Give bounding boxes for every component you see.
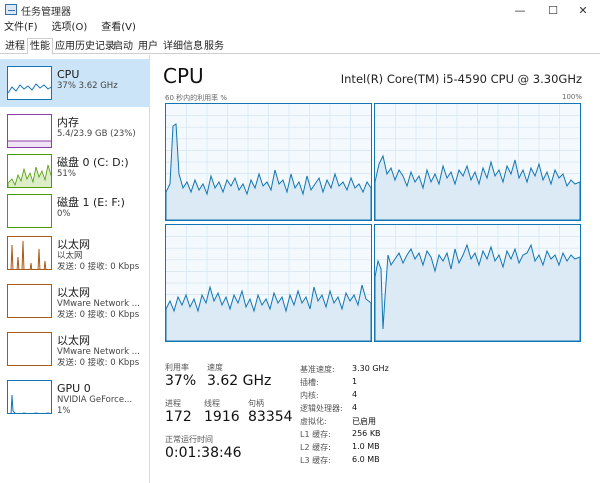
minimize-button[interactable]: — [503, 0, 537, 20]
disk-0-thumbnail-graph [7, 154, 52, 188]
spec-value-cores: 4 [352, 390, 358, 399]
sidebar-item-ethernet-1[interactable]: 以太网 以太网 发送: 0 接收: 0 Kbps [0, 229, 150, 277]
resource-sidebar: CPU 37% 3.62 GHz 内存 5.4/23.9 GB (23%) 磁盘… [0, 55, 150, 483]
sidebar-item-label: 内存 [57, 116, 79, 129]
sidebar-item-detail: 37% 3.62 GHz [57, 81, 118, 91]
sidebar-item-detail: 0% [57, 209, 71, 219]
graph-max-label: 100% [561, 93, 582, 101]
tab-startup[interactable]: 启动 [110, 38, 136, 54]
processes-label: 进程 [165, 399, 181, 408]
tab-performance[interactable]: 性能 [27, 38, 53, 55]
threads-label: 线程 [204, 399, 220, 408]
handles-value: 83354 [248, 409, 293, 425]
sidebar-item-label: 磁盘 1 (E: F:) [57, 196, 125, 209]
tab-details[interactable]: 详细信息 [160, 38, 206, 54]
uptime-value: 0:01:38:46 [165, 445, 242, 461]
sidebar-item-detail: 5.4/23.9 GB (23%) [57, 129, 136, 139]
spec-value-virtualization: 已启用 [352, 417, 376, 426]
sidebar-item-detail: VMware Network ... [57, 299, 140, 309]
sidebar-item-detail: 51% [57, 169, 76, 179]
handles-label: 句柄 [248, 399, 264, 408]
sidebar-item-ethernet-2[interactable]: 以太网 VMware Network ... 发送: 0 接收: 0 Kbps [0, 277, 150, 325]
menu-view[interactable]: 查看(V) [101, 20, 136, 36]
menu-options[interactable]: 选项(O) [52, 20, 88, 36]
spec-value-l1-cache: 256 KB [352, 429, 381, 438]
core-0-utilization-graph [165, 103, 372, 221]
tab-app-history[interactable]: 应用历史记录 [52, 38, 118, 54]
cpu-model-name: Intel(R) Core(TM) i5-4590 CPU @ 3.30GHz [340, 72, 582, 86]
spec-label-l3-cache: L3 缓存: [300, 456, 331, 465]
sidebar-item-label: 以太网 [57, 334, 90, 347]
sidebar-item-usage: 1% [57, 406, 71, 416]
sidebar-item-throughput: 发送: 0 接收: 0 Kbps [57, 310, 140, 320]
speed-label: 速度 [207, 363, 223, 372]
core-2-utilization-graph [165, 224, 372, 342]
tab-bar: 进程 性能 应用历史记录 启动 用户 详细信息 服务 [0, 37, 600, 55]
task-manager-icon [5, 4, 17, 15]
gpu-0-thumbnail-graph [7, 380, 52, 414]
core-1-utilization-graph [374, 103, 581, 221]
spec-label-sockets: 插槽: [300, 378, 319, 387]
spec-label-virtualization: 虚拟化: [300, 417, 327, 426]
spec-label-l1-cache: L1 缓存: [300, 430, 331, 439]
graph-caption: 60 秒内的利用率 % [165, 94, 228, 102]
spec-value-l3-cache: 6.0 MB [352, 455, 380, 464]
disk-1-thumbnail-graph [7, 194, 52, 228]
spec-value-base-speed: 3.30 GHz [352, 364, 389, 373]
sidebar-item-cpu[interactable]: CPU 37% 3.62 GHz [0, 59, 150, 107]
window-title: 任务管理器 [21, 7, 71, 18]
tab-users[interactable]: 用户 [135, 38, 161, 54]
spec-label-cores: 内核: [300, 391, 319, 400]
ethernet-3-thumbnail-graph [7, 332, 52, 366]
cpu-thumbnail-graph [7, 66, 52, 100]
spec-label-logical-processors: 逻辑处理器: [300, 404, 343, 413]
page-title: CPU [163, 64, 204, 88]
processes-value: 172 [165, 409, 192, 425]
ethernet-2-thumbnail-graph [7, 284, 52, 318]
sidebar-item-gpu-0[interactable]: GPU 0 NVIDIA GeForce... 1% [0, 373, 150, 421]
threads-value: 1916 [204, 409, 240, 425]
sidebar-item-throughput: 发送: 0 接收: 0 Kbps [57, 358, 140, 368]
core-3-utilization-graph [374, 224, 581, 342]
maximize-button[interactable]: ☐ [536, 0, 570, 20]
utilization-value: 37% [165, 373, 197, 389]
memory-thumbnail-graph [7, 114, 52, 148]
speed-value: 3.62 GHz [207, 373, 272, 389]
sidebar-item-label: GPU 0 [57, 382, 91, 395]
sidebar-item-ethernet-3[interactable]: 以太网 VMware Network ... 发送: 0 接收: 0 Kbps [0, 325, 150, 373]
sidebar-item-label: 磁盘 0 (C: D:) [57, 156, 129, 169]
sidebar-item-label: 以太网 [57, 238, 90, 251]
spec-value-logical-processors: 4 [352, 403, 358, 412]
sidebar-item-disk-1[interactable]: 磁盘 1 (E: F:) 0% [0, 187, 150, 235]
menu-bar: 文件(F) 选项(O) 查看(V) [0, 20, 136, 36]
utilization-label: 利用率 [165, 363, 189, 372]
tab-processes[interactable]: 进程 [2, 38, 28, 54]
uptime-label: 正常运行时间 [165, 435, 213, 444]
close-button[interactable]: ✕ [566, 0, 600, 20]
sidebar-item-label: CPU [57, 68, 80, 81]
menu-file[interactable]: 文件(F) [4, 20, 38, 36]
sidebar-item-throughput: 发送: 0 接收: 0 Kbps [57, 262, 140, 272]
spec-value-l2-cache: 1.0 MB [352, 442, 380, 451]
spec-value-sockets: 1 [352, 377, 358, 386]
sidebar-item-label: 以太网 [57, 286, 90, 299]
tab-services[interactable]: 服务 [201, 38, 227, 54]
title-bar: 任务管理器 — ☐ ✕ [0, 0, 600, 20]
ethernet-1-thumbnail-graph [7, 236, 52, 270]
spec-label-base-speed: 基准速度: [300, 365, 335, 374]
sidebar-item-detail: NVIDIA GeForce... [57, 395, 133, 405]
sidebar-item-detail: 以太网 [57, 251, 83, 261]
spec-label-l2-cache: L2 缓存: [300, 443, 331, 452]
sidebar-item-detail: VMware Network ... [57, 347, 140, 357]
